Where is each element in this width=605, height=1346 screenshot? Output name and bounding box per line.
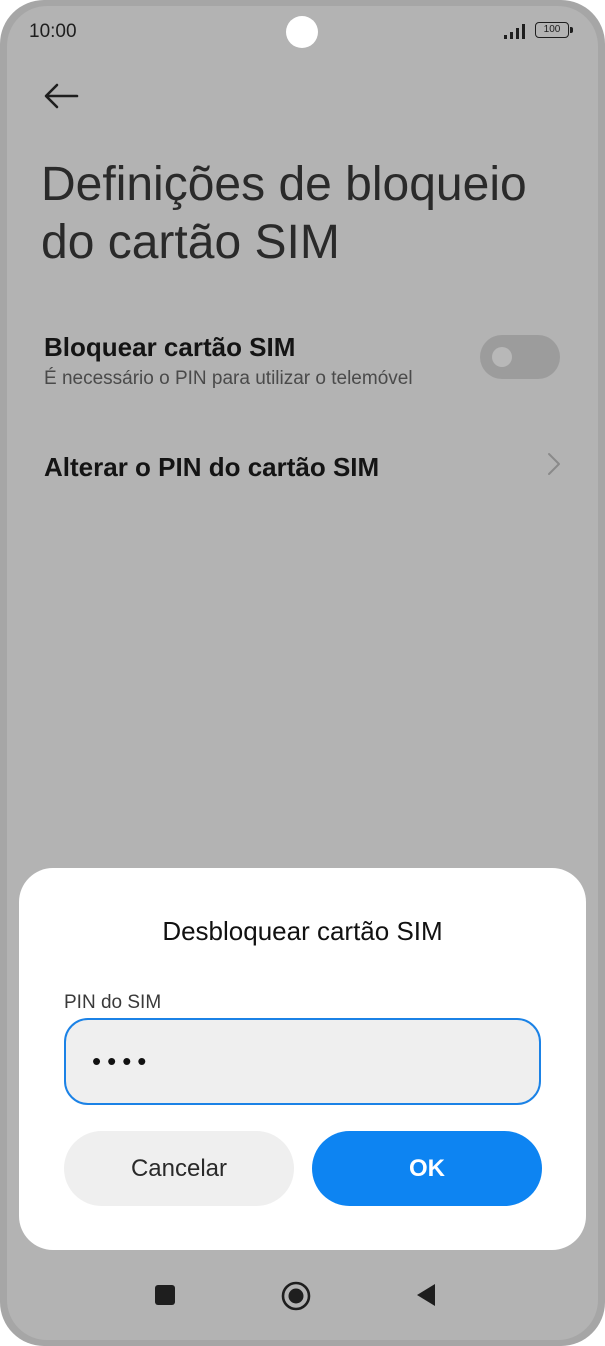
ok-button[interactable]: OK [312,1131,542,1206]
back-arrow-icon[interactable] [41,80,81,112]
toggle-knob [492,347,512,367]
dialog-title: Desbloquear cartão SIM [162,916,443,946]
status-time: 10:00 [29,21,77,42]
signal-icon [504,24,525,39]
chevron-right-icon [548,453,560,475]
camera-cutout [286,16,318,48]
triangle-left-icon[interactable] [414,1282,438,1308]
change-pin-title: Alterar o PIN do cartão SIM [44,452,380,482]
pin-field-label: PIN do SIM [64,992,162,1013]
lock-sim-title: Bloquear cartão SIM [44,332,296,362]
battery-level: 100 [543,24,561,35]
page-title: Definições de bloqueio do cartão SIM [41,158,527,269]
battery-icon: 100 [535,22,573,38]
lock-sim-subtitle: É necessário o PIN para utilizar o telem… [44,368,413,389]
pin-input[interactable]: •••• [64,1018,541,1105]
lock-sim-toggle[interactable] [480,335,560,379]
square-icon[interactable] [154,1284,176,1306]
cancel-button[interactable]: Cancelar [64,1131,294,1206]
screen: 10:00 100 Definições de bloqueio do cart… [7,6,598,1340]
circle-icon[interactable] [280,1280,312,1312]
device-frame: 10:00 100 Definições de bloqueio do cart… [0,0,605,1346]
unlock-sim-dialog: Desbloquear cartão SIM PIN do SIM •••• C… [19,868,586,1250]
